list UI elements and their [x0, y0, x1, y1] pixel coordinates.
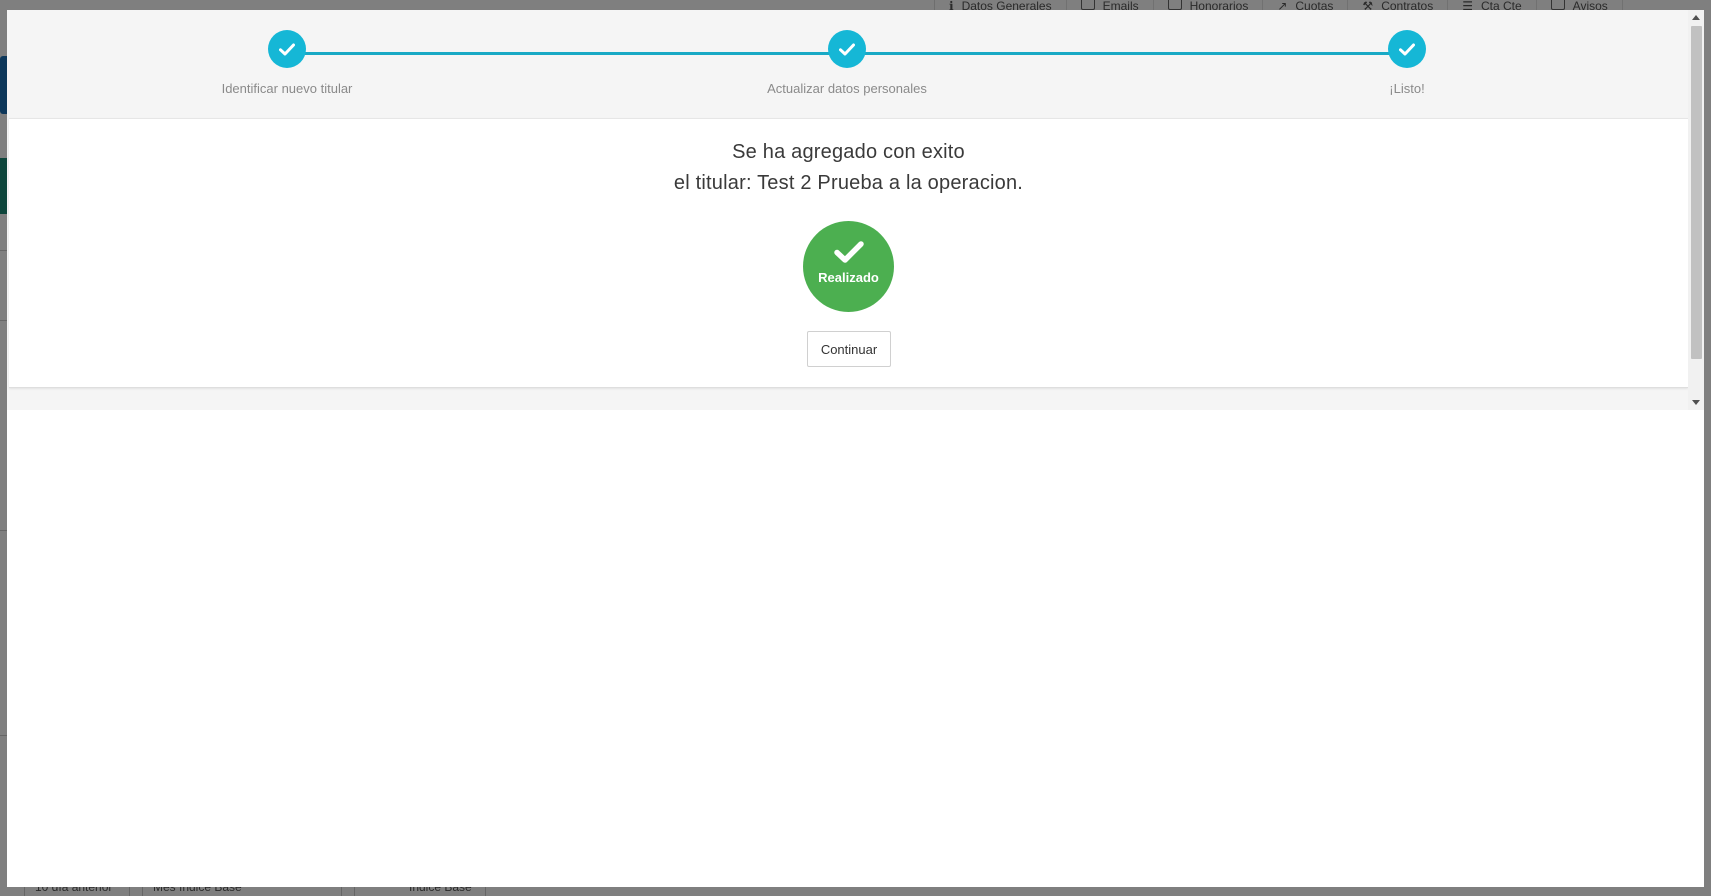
- check-icon: [833, 241, 864, 263]
- step-label: ¡Listo!: [1389, 81, 1425, 96]
- result-panel: Se ha agregado con exito el titular: Tes…: [9, 118, 1688, 388]
- step-identificar: Identificar nuevo titular: [187, 30, 387, 96]
- modal-dialog: Identificar nuevo titular Actualizar dat…: [7, 10, 1704, 887]
- step-label: Actualizar datos personales: [767, 81, 927, 96]
- continue-button[interactable]: Continuar: [807, 331, 891, 367]
- step-label: Identificar nuevo titular: [221, 81, 353, 96]
- scrollbar-thumb[interactable]: [1691, 26, 1702, 359]
- success-message-line2: el titular: Test 2 Prueba a la operacion…: [673, 172, 1024, 194]
- success-badge-label: Realizado: [818, 270, 879, 285]
- step-actualizar: Actualizar datos personales: [747, 30, 947, 96]
- modal-body: Identificar nuevo titular Actualizar dat…: [7, 10, 1688, 410]
- modal-scrollbar[interactable]: [1688, 10, 1704, 410]
- scroll-up-arrow-icon[interactable]: [1692, 15, 1700, 20]
- step-complete-icon: [1388, 30, 1426, 68]
- scroll-down-arrow-icon[interactable]: [1692, 400, 1700, 405]
- step-listo: ¡Listo!: [1307, 30, 1507, 96]
- step-complete-icon: [268, 30, 306, 68]
- step-complete-icon: [828, 30, 866, 68]
- success-message-line1: Se ha agregado con exito: [732, 141, 965, 163]
- success-badge: Realizado: [803, 221, 894, 312]
- wizard-stepper: Identificar nuevo titular Actualizar dat…: [7, 10, 1688, 118]
